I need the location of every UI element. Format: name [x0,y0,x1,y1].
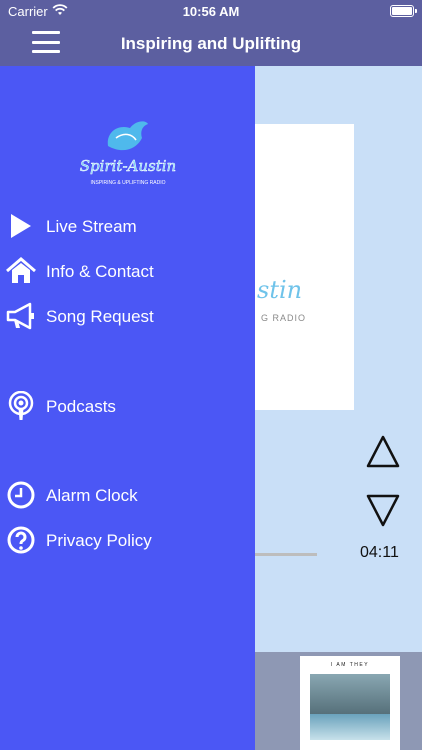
hamburger-menu-icon[interactable] [32,28,60,56]
play-icon [11,214,31,238]
menu-item-live-stream[interactable]: Live Stream [0,208,255,244]
clock-icon [7,481,35,509]
menu-item-label: Alarm Clock [46,486,138,505]
artwork-subtitle: G RADIO [261,313,307,323]
album-photo [310,674,390,714]
menu-item-alarm-clock[interactable]: Alarm Clock [0,477,255,513]
battery-icon [390,5,417,17]
menu-item-label: Live Stream [46,217,137,236]
status-time: 10:56 AM [182,4,240,19]
menu-item-label: Song Request [46,307,154,326]
now-playing-strip: I AM THEY [255,652,422,750]
svg-text:INSPIRING & UPLIFTING RADIO: INSPIRING & UPLIFTING RADIO [90,180,165,186]
podcast-icon [8,391,34,420]
home-icon [6,257,36,283]
nav-bar: Inspiring and Uplifting [0,24,422,66]
menu-item-podcasts[interactable]: Podcasts [0,388,255,424]
question-icon [7,526,35,554]
menu-item-label: Podcasts [46,397,116,416]
album-cover[interactable]: I AM THEY [300,656,400,750]
album-title: I AM THEY [330,662,370,668]
progress-bar[interactable] [255,553,317,556]
artwork-brand-text: stin [257,276,303,304]
station-logo: Spirit-Austin INSPIRING & UPLIFTING RADI… [80,121,176,186]
menu-item-privacy-policy[interactable]: Privacy Policy [0,522,255,558]
menu-item-song-request[interactable]: Song Request [0,298,255,334]
menu-item-label: Privacy Policy [46,531,152,550]
status-bar: Carrier 10:56 AM [0,0,422,24]
page-title: Inspiring and Uplifting [120,34,302,53]
station-artwork: stin G RADIO [255,124,354,410]
side-drawer: Spirit-Austin INSPIRING & UPLIFTING RADI… [0,66,255,750]
album-reflection [310,714,390,740]
volume-down-icon[interactable] [365,492,401,528]
volume-up-icon[interactable] [365,434,401,470]
stream-timer: 04:11 [360,544,399,561]
menu-item-label: Info & Contact [46,262,154,281]
megaphone-icon [6,302,34,330]
menu-item-info-contact[interactable]: Info & Contact [0,253,255,289]
svg-text:Spirit-Austin: Spirit-Austin [80,157,176,175]
player-area: stin G RADIO 04:11 I AM THEY [255,66,422,750]
